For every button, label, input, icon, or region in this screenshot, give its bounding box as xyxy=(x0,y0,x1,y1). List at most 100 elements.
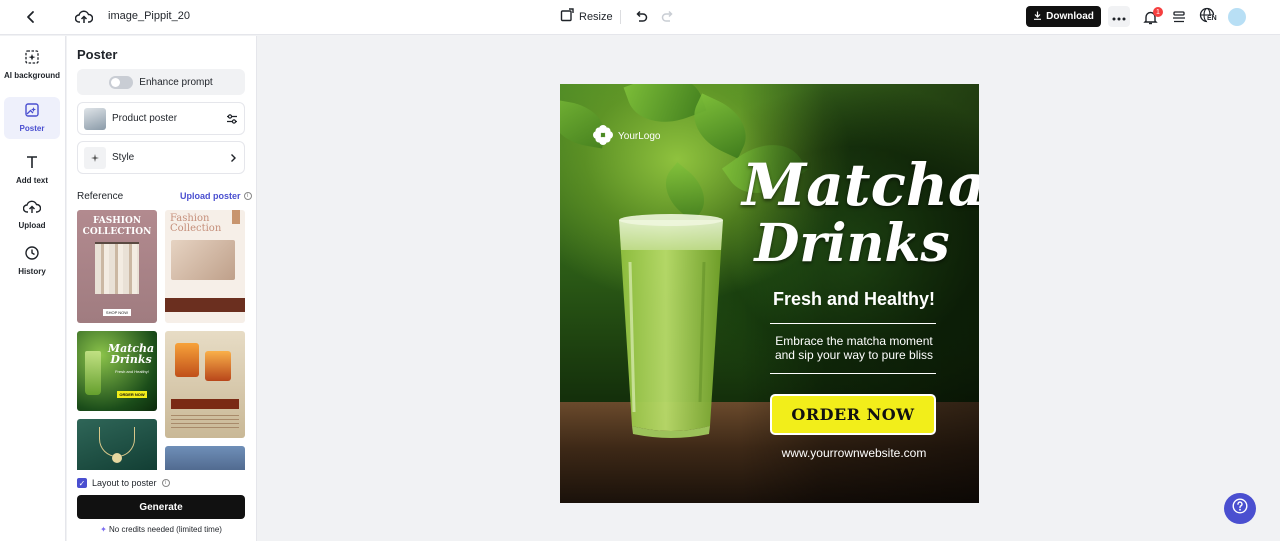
style-row[interactable]: Style xyxy=(77,141,245,174)
divider xyxy=(620,10,621,24)
logo-text: YourLogo xyxy=(618,131,661,142)
reference-card-city[interactable] xyxy=(165,446,245,470)
file-name[interactable]: image_Pippit_20 xyxy=(108,10,190,22)
download-label: Download xyxy=(1046,11,1094,22)
card-ribbon xyxy=(232,210,240,224)
upload-poster-link[interactable]: Upload poster i xyxy=(180,191,252,201)
resize-icon xyxy=(560,8,574,25)
more-options-button[interactable] xyxy=(1108,6,1130,27)
layout-checkbox[interactable]: ✓ xyxy=(77,478,87,488)
resize-label: Resize xyxy=(579,10,613,23)
poster-title-line2[interactable]: Drinks xyxy=(742,216,962,272)
rail-item-poster[interactable]: Poster xyxy=(4,97,60,139)
rail-item-history[interactable]: History xyxy=(4,240,60,282)
rail-label: History xyxy=(18,267,46,276)
card-button: ORDER NOW xyxy=(117,391,147,398)
poster-icon xyxy=(24,102,40,121)
pendant-image xyxy=(112,453,122,463)
undo-icon[interactable] xyxy=(629,5,653,29)
reference-card-fashion-2[interactable]: Fashion Collection xyxy=(165,210,245,323)
poster-tagline[interactable]: Fresh and Healthy! xyxy=(756,289,952,310)
rail-item-ai-background[interactable]: AI background xyxy=(4,44,60,86)
stack-icon[interactable] xyxy=(1167,5,1191,29)
poster-website[interactable]: www.yourrownwebsite.com xyxy=(756,446,952,460)
generate-button[interactable]: Generate xyxy=(77,495,245,519)
sliders-icon[interactable] xyxy=(226,113,238,125)
card-title: Fashion Collection xyxy=(170,213,222,234)
reference-heading: Reference xyxy=(77,191,124,202)
product-poster-label: Product poster xyxy=(112,113,178,124)
panel-title: Poster xyxy=(77,47,118,62)
glass-thumbnail xyxy=(85,351,101,395)
reference-gallery: FASHION COLLECTION SHOP NOW Fashion Coll… xyxy=(77,210,247,470)
redo-icon[interactable] xyxy=(656,5,680,29)
help-button[interactable] xyxy=(1224,493,1256,524)
rail-label: Upload xyxy=(18,221,46,230)
reference-card-drinks[interactable] xyxy=(165,331,245,438)
subtext-line-2: and sip your way to pure bliss xyxy=(774,348,934,362)
divider-line xyxy=(770,373,936,374)
poster-title-line1[interactable]: Matcha xyxy=(742,154,979,216)
notification-badge: 1 xyxy=(1153,7,1163,17)
reference-card-fashion[interactable]: FASHION COLLECTION SHOP NOW xyxy=(77,210,157,323)
question-icon xyxy=(1232,498,1248,519)
rail-item-upload[interactable]: Upload xyxy=(4,194,60,236)
download-icon xyxy=(1033,11,1042,23)
upload-cloud-icon xyxy=(22,199,42,218)
style-label: Style xyxy=(112,152,135,163)
drink-glass-2 xyxy=(205,351,231,381)
resize-button[interactable]: Resize xyxy=(560,8,613,25)
language-code: EN xyxy=(1207,15,1217,22)
credits-label: No credits needed (limited time) xyxy=(109,525,222,534)
card-button: SHOP NOW xyxy=(103,309,131,316)
chevron-right-icon xyxy=(228,153,238,163)
avatar[interactable] xyxy=(1228,8,1246,26)
card-text-lines xyxy=(171,415,239,431)
card-footer-band xyxy=(165,298,245,312)
product-poster-row[interactable]: Product poster xyxy=(77,102,245,135)
poster-subtext[interactable]: Embrace the matcha moment and sip your w… xyxy=(756,334,952,362)
back-arrow-icon[interactable] xyxy=(19,5,43,29)
subtext-line-1: Embrace the matcha moment xyxy=(775,334,933,348)
rail-label: Add text xyxy=(16,176,48,185)
layout-to-poster-row[interactable]: ✓ Layout to poster i xyxy=(77,478,170,488)
rail-item-add-text[interactable]: Add text xyxy=(4,149,60,191)
enhance-prompt-row: Enhance prompt xyxy=(77,69,245,95)
brand-logo: YourLogo xyxy=(592,124,660,149)
flower-logo-icon xyxy=(592,124,614,149)
matcha-glass-image xyxy=(616,212,726,438)
language-switcher[interactable]: EN xyxy=(1199,7,1217,30)
credits-note: ✦ No credits needed (limited time) xyxy=(77,525,245,534)
cloud-save-icon[interactable] xyxy=(72,5,96,29)
rail-label: AI background xyxy=(4,71,61,80)
divider-line xyxy=(770,323,936,324)
poster-canvas[interactable]: YourLogo Matcha Drinks Fresh and Healthy… xyxy=(560,84,979,503)
drink-glass-1 xyxy=(175,343,199,377)
ai-background-icon xyxy=(24,49,40,68)
text-icon xyxy=(24,154,40,173)
card-title: Matcha Drinks xyxy=(107,342,155,366)
order-now-button[interactable]: ORDER NOW xyxy=(770,394,936,435)
enhance-prompt-toggle[interactable] xyxy=(109,75,134,89)
reference-card-jewelry[interactable] xyxy=(77,419,157,470)
clock-icon xyxy=(24,245,40,264)
download-button[interactable]: Download xyxy=(1026,6,1101,27)
accessories-image xyxy=(171,240,235,280)
clothes-rack-image xyxy=(95,242,139,294)
sparkle-icon: ✦ xyxy=(100,525,107,534)
upload-poster-label: Upload poster xyxy=(180,191,241,201)
product-thumbnail xyxy=(84,107,106,130)
card-title: FASHION COLLECTION xyxy=(82,216,152,237)
info-icon[interactable]: i xyxy=(161,479,170,487)
card-tagline: Fresh and Healthy! xyxy=(115,369,149,374)
sparkle-icon xyxy=(84,146,106,169)
top-bar: image_Pippit_20 Resize Download 1 EN xyxy=(0,0,1280,35)
info-icon[interactable]: i xyxy=(243,192,252,200)
tool-rail: AI background Poster Add text Upload His… xyxy=(0,36,66,541)
card-title-bar xyxy=(171,399,239,409)
rail-label: Poster xyxy=(19,124,45,133)
enhance-prompt-label: Enhance prompt xyxy=(139,76,213,88)
layout-label: Layout to poster xyxy=(92,478,157,488)
reference-card-matcha[interactable]: Matcha Drinks Fresh and Healthy! ORDER N… xyxy=(77,331,157,411)
more-dots-icon xyxy=(1112,8,1126,26)
